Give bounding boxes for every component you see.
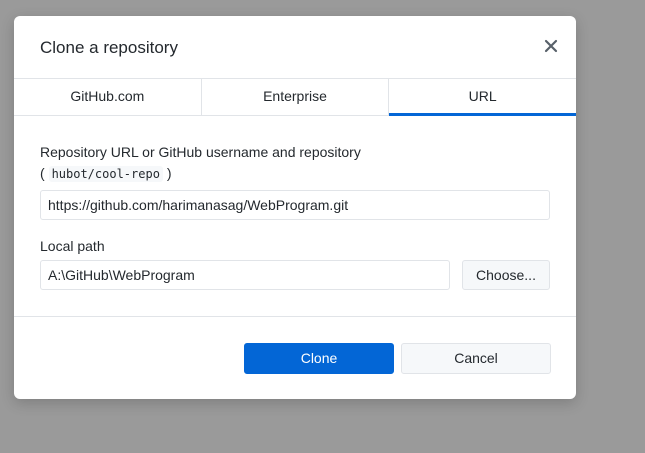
local-path-input[interactable]: A:\GitHub\WebProgram bbox=[40, 260, 450, 290]
repository-url-label: Repository URL or GitHub username and re… bbox=[40, 144, 361, 160]
hint-close-paren: ) bbox=[162, 165, 172, 181]
tab-github-com[interactable]: GitHub.com bbox=[14, 79, 202, 115]
clone-repository-dialog: Clone a repository GitHub.com Enterprise… bbox=[14, 16, 576, 399]
clone-button[interactable]: Clone bbox=[244, 343, 394, 374]
close-icon bbox=[544, 39, 558, 53]
close-button[interactable] bbox=[543, 38, 559, 54]
dialog-title: Clone a repository bbox=[40, 38, 178, 57]
hint-open-paren: ( bbox=[40, 165, 49, 181]
choose-button[interactable]: Choose... bbox=[462, 260, 550, 290]
tab-enterprise[interactable]: Enterprise bbox=[202, 79, 390, 115]
dialog-header: Clone a repository bbox=[14, 16, 576, 79]
repository-url-hint: ( hubot/cool-repo ) bbox=[40, 165, 172, 182]
cancel-button[interactable]: Cancel bbox=[401, 343, 551, 374]
tab-bar: GitHub.com Enterprise URL bbox=[14, 79, 576, 116]
dialog-body: Repository URL or GitHub username and re… bbox=[14, 116, 576, 317]
tab-url[interactable]: URL bbox=[389, 79, 576, 116]
hint-example-code: hubot/cool-repo bbox=[48, 166, 163, 182]
local-path-label: Local path bbox=[40, 238, 105, 254]
repository-url-input[interactable]: https://github.com/harimanasag/WebProgra… bbox=[40, 190, 550, 220]
